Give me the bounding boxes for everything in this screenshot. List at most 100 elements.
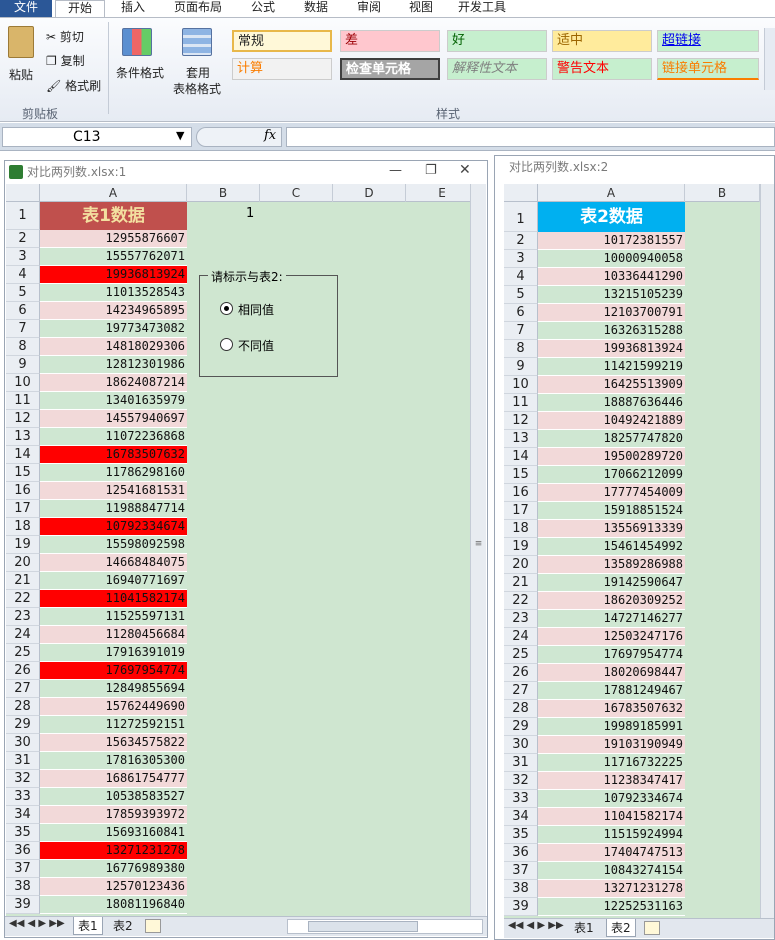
row-header[interactable]: 32: [504, 772, 538, 790]
data-cell[interactable]: 17066212099: [538, 466, 685, 484]
data-cell[interactable]: 10538583527: [40, 788, 187, 806]
row-header[interactable]: 13: [6, 428, 40, 446]
row-header[interactable]: 5: [6, 284, 40, 302]
data-cell[interactable]: 11988847714: [40, 500, 187, 518]
table-format-line2[interactable]: 表格格式: [164, 80, 230, 97]
data-cell[interactable]: 12103700791: [538, 304, 685, 322]
row-header[interactable]: 2: [6, 230, 40, 248]
row-header[interactable]: 38: [6, 878, 40, 896]
data-cell[interactable]: 11041582174: [40, 590, 187, 608]
data-cell[interactable]: 11238347417: [538, 772, 685, 790]
row-header[interactable]: 5: [504, 286, 538, 304]
data-cell[interactable]: 11013528543: [40, 284, 187, 302]
data-cell[interactable]: 18020698447: [538, 664, 685, 682]
data-cell[interactable]: 18620309252: [538, 592, 685, 610]
row-header[interactable]: 17: [504, 502, 538, 520]
column-header-A[interactable]: A: [40, 184, 187, 202]
insert-sheet-icon[interactable]: [644, 921, 660, 935]
row-header[interactable]: 8: [504, 340, 538, 358]
tab-insert[interactable]: 插入: [112, 0, 154, 17]
row-header[interactable]: 10: [504, 376, 538, 394]
sheet-tab-2[interactable]: 表2: [109, 917, 137, 935]
row-header[interactable]: 13: [504, 430, 538, 448]
row-header[interactable]: 6: [504, 304, 538, 322]
data-cell[interactable]: 15557762071: [40, 248, 187, 266]
data-cell[interactable]: 11072236868: [40, 428, 187, 446]
tab-view[interactable]: 视图: [400, 0, 442, 17]
data-cell[interactable]: 18081196840: [40, 896, 187, 914]
radio-same-value[interactable]: [220, 302, 233, 315]
row-header[interactable]: 12: [6, 410, 40, 428]
data-cell[interactable]: 11272592151: [40, 716, 187, 734]
data-cell[interactable]: 17859393972: [40, 806, 187, 824]
row-header[interactable]: 22: [504, 592, 538, 610]
data-cell[interactable]: 11716732225: [538, 754, 685, 772]
data-cell[interactable]: 19989185991: [538, 718, 685, 736]
row-header[interactable]: 24: [6, 626, 40, 644]
row-header[interactable]: 17: [6, 500, 40, 518]
row-header[interactable]: 20: [504, 556, 538, 574]
tab-review[interactable]: 审阅: [348, 0, 390, 17]
name-box[interactable]: C13: [2, 127, 192, 147]
tab-developer[interactable]: 开发工具: [452, 0, 512, 17]
row-header[interactable]: 11: [6, 392, 40, 410]
row-header-1[interactable]: 1: [504, 202, 538, 232]
data-cell[interactable]: 16783507632: [40, 446, 187, 464]
cell-style-8[interactable]: 警告文本: [552, 58, 652, 80]
data-cell[interactable]: 11421599219: [538, 358, 685, 376]
row-header[interactable]: 19: [504, 538, 538, 556]
data-cell[interactable]: 16326315288: [538, 322, 685, 340]
row-header[interactable]: 25: [6, 644, 40, 662]
row-header[interactable]: 20: [6, 554, 40, 572]
row-header[interactable]: 35: [6, 824, 40, 842]
sheet-grid-2[interactable]: A B 1 表2数据 2 10172381557 3 10000940058 4 10336441…: [504, 184, 760, 918]
row-header[interactable]: 28: [6, 698, 40, 716]
row-header[interactable]: 3: [6, 248, 40, 266]
data-cell[interactable]: 16861754777: [40, 770, 187, 788]
row-header[interactable]: 27: [504, 682, 538, 700]
data-cell[interactable]: 13271231278: [40, 842, 187, 860]
data-cell[interactable]: 10843274154: [538, 862, 685, 880]
cell-style-3[interactable]: 适中: [552, 30, 652, 52]
gallery-scroll[interactable]: [764, 28, 775, 90]
data-cell[interactable]: 18257747820: [538, 430, 685, 448]
data-cell[interactable]: 16783507632: [538, 700, 685, 718]
row-header[interactable]: 26: [504, 664, 538, 682]
data-cell[interactable]: 10000940058: [538, 250, 685, 268]
select-all-corner[interactable]: [504, 184, 538, 202]
data-cell[interactable]: 19142590647: [538, 574, 685, 592]
data-cell[interactable]: 15762449690: [40, 698, 187, 716]
row-header[interactable]: 2: [504, 232, 538, 250]
row-header[interactable]: 9: [6, 356, 40, 374]
data-cell[interactable]: 13589286988: [538, 556, 685, 574]
row-header[interactable]: 33: [6, 788, 40, 806]
row-header[interactable]: 22: [6, 590, 40, 608]
row-header[interactable]: 12: [504, 412, 538, 430]
row-header[interactable]: 37: [6, 860, 40, 878]
data-cell[interactable]: 17916391019: [40, 644, 187, 662]
data-cell[interactable]: 14234965895: [40, 302, 187, 320]
data-cell[interactable]: 13401635979: [40, 392, 187, 410]
data-cell[interactable]: 11041582174: [538, 808, 685, 826]
data-cell[interactable]: 17777454009: [538, 484, 685, 502]
row-header[interactable]: 4: [6, 266, 40, 284]
column-header-B[interactable]: B: [685, 184, 760, 202]
radio-different-value[interactable]: [220, 338, 233, 351]
row-header[interactable]: 35: [504, 826, 538, 844]
data-cell[interactable]: 15634575822: [40, 734, 187, 752]
row-header[interactable]: 25: [504, 646, 538, 664]
cell-style-4[interactable]: 超链接: [657, 30, 759, 52]
row-header[interactable]: 3: [504, 250, 538, 268]
row-header[interactable]: 31: [6, 752, 40, 770]
data-cell[interactable]: 11786298160: [40, 464, 187, 482]
scroll-grip-icon[interactable]: ≡: [473, 539, 484, 551]
row-header[interactable]: 23: [504, 610, 538, 628]
row-header[interactable]: 30: [504, 736, 538, 754]
data-cell[interactable]: 10492421889: [538, 412, 685, 430]
table-format-icon[interactable]: [182, 28, 212, 56]
data-cell[interactable]: 16940771697: [40, 572, 187, 590]
row-header[interactable]: 34: [6, 806, 40, 824]
cell-style-1[interactable]: 差: [340, 30, 440, 52]
tab-home[interactable]: 开始: [55, 0, 105, 18]
row-header-1[interactable]: 1: [6, 202, 40, 230]
